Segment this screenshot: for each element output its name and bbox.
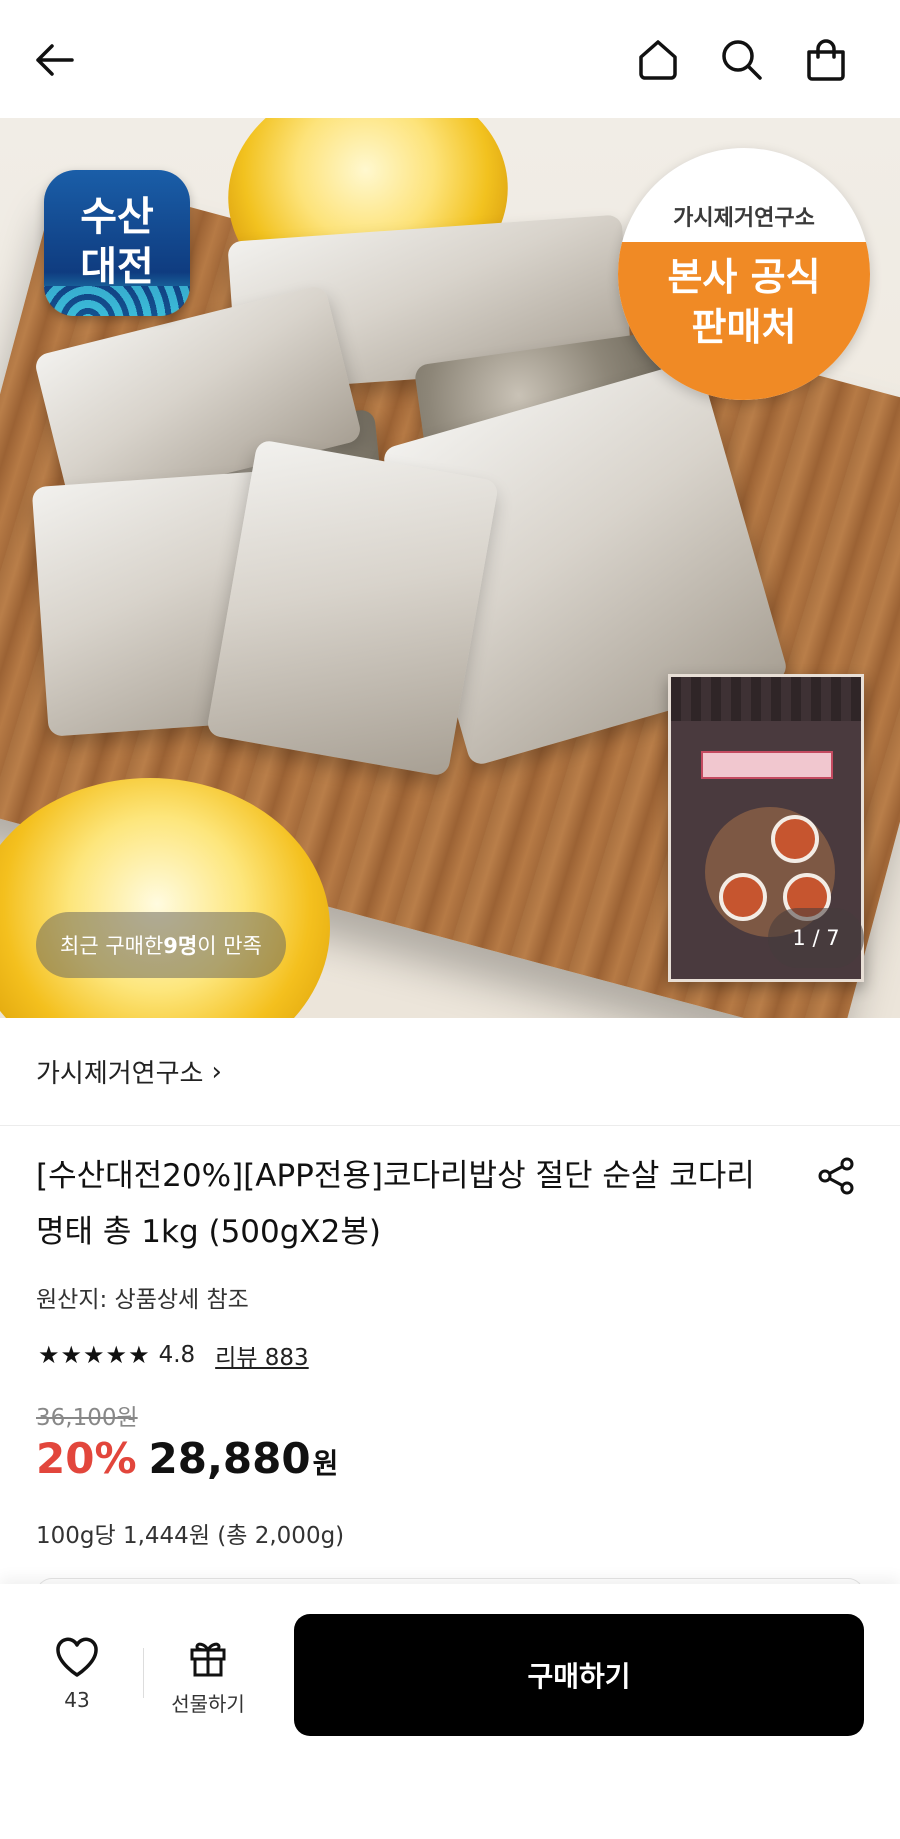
wave-icon	[44, 286, 190, 316]
back-arrow-icon[interactable]	[28, 34, 80, 86]
search-icon[interactable]	[716, 34, 768, 86]
product-title: [수산대전20%][APP전용]코다리밥상 절단 순살 코다리 명태 총 1kg…	[36, 1158, 755, 1250]
official-badge-line1: 본사 공식	[667, 255, 821, 299]
wishlist-count: 43	[64, 1688, 90, 1712]
official-badge-brand: 가시제거연구소	[673, 206, 815, 231]
unit-price: 100g당 1,444원 (총 2,000g)	[36, 1523, 345, 1549]
share-icon[interactable]	[810, 1150, 862, 1202]
image-counter: 1 / 7	[768, 908, 864, 968]
heart-icon	[56, 1637, 98, 1677]
package-dish	[771, 815, 819, 863]
brand-name: 가시제거연구소	[36, 1059, 204, 1089]
discount-rate: 20%	[36, 1434, 137, 1483]
buy-button[interactable]: 구매하기	[294, 1614, 864, 1736]
rating-row: ★★★★★ 4.8 리뷰 883	[38, 1338, 309, 1372]
wishlist-button[interactable]: 43	[40, 1636, 114, 1736]
buyers-prefix: 최근 구매한	[60, 934, 164, 958]
shopping-bag-icon[interactable]	[800, 34, 852, 86]
official-badge-line2: 판매처	[691, 305, 797, 349]
package-roof	[671, 677, 861, 721]
origin-text: 원산지: 상품상세 참조	[36, 1287, 249, 1313]
package-label	[701, 751, 833, 779]
product-image-carousel[interactable]: 수산 대전 가시제거연구소 본사 공식 판매처 최근 구매한 9명 이 만족 1…	[0, 118, 900, 1018]
app-badge-line1: 수산	[80, 194, 154, 240]
top-header	[0, 0, 900, 118]
official-badge-text: 본사 공식 판매처	[618, 242, 870, 400]
sale-price: 28,880	[148, 1434, 311, 1483]
official-seller-badge: 가시제거연구소 본사 공식 판매처	[618, 148, 870, 400]
review-count-link[interactable]: 리뷰 883	[215, 1338, 309, 1372]
rating-value: 4.8	[158, 1342, 196, 1368]
app-badge-logo: 수산 대전	[44, 170, 190, 316]
star-rating-icon: ★★★★★	[38, 1341, 151, 1369]
package-dish	[719, 873, 767, 921]
bottom-action-bar: 43 선물하기 구매하기	[0, 1584, 900, 1839]
original-price: 36,100원	[36, 1405, 138, 1431]
price-row: 20% 28,880 원	[36, 1434, 338, 1483]
home-icon[interactable]	[632, 34, 684, 86]
recent-buyers-pill: 최근 구매한 9명 이 만족	[36, 912, 286, 978]
buyers-count: 9명	[163, 934, 198, 958]
gift-button[interactable]: 선물하기	[160, 1636, 256, 1736]
buyers-suffix: 이 만족	[197, 934, 262, 958]
brand-link[interactable]: 가시제거연구소 ›	[0, 1018, 900, 1126]
divider	[143, 1648, 144, 1698]
gift-icon	[190, 1642, 226, 1677]
chevron-right-icon: ›	[211, 1056, 222, 1087]
fish-piece	[205, 439, 500, 777]
gift-label: 선물하기	[171, 1692, 245, 1716]
currency-unit: 원	[312, 1447, 339, 1480]
app-badge-line2: 대전	[80, 244, 154, 290]
